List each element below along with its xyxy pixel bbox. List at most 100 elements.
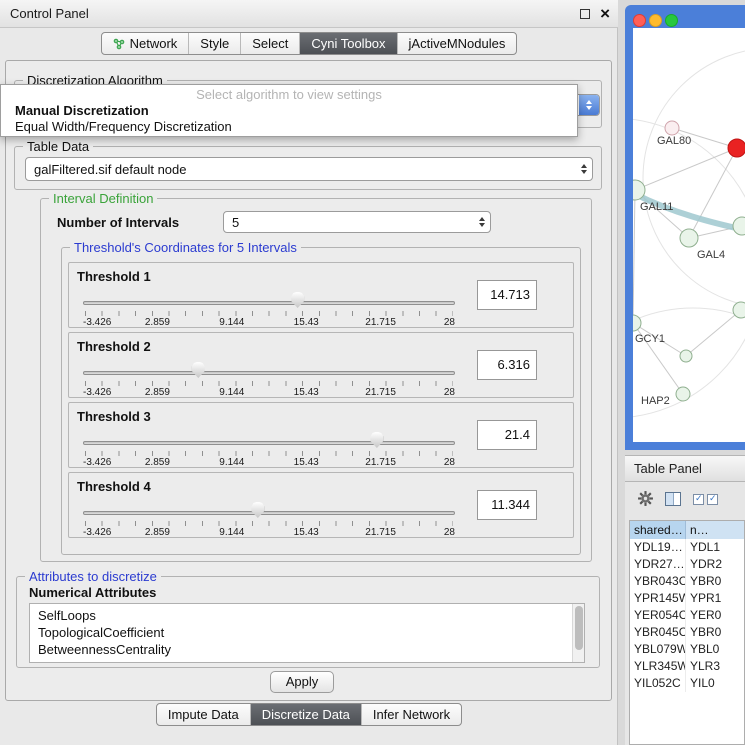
zoom-traffic-light-icon[interactable]	[665, 14, 678, 27]
node-label: GAL80	[657, 135, 691, 147]
panel-title: Control Panel	[10, 0, 89, 28]
table-row[interactable]: YIL052CYIL0	[630, 675, 744, 692]
numerical-attributes-list[interactable]: SelfLoopsTopologicalCoefficientBetweenne…	[29, 603, 585, 663]
node-label: HAP2	[641, 395, 670, 407]
scale-label: 2.859	[145, 387, 170, 398]
table-row[interactable]: YBR043CYBR0	[630, 573, 744, 590]
attribute-item[interactable]: SelfLoops	[38, 607, 570, 624]
table-row[interactable]: YDR27…YDR2	[630, 556, 744, 573]
table-row[interactable]: YBL079WYBL0	[630, 641, 744, 658]
checkbox-icon[interactable]	[707, 494, 718, 505]
slider-scale: -3.4262.8599.14415.4321.71528	[83, 457, 455, 469]
tab-cyni-toolbox[interactable]: Cyni Toolbox	[299, 33, 396, 54]
apply-button[interactable]: Apply	[270, 671, 334, 693]
network-node[interactable]	[680, 229, 698, 247]
dropdown-prompt: Select algorithm to view settings	[1, 87, 577, 103]
scale-label: -3.426	[83, 317, 111, 328]
checkbox-icon[interactable]	[693, 494, 704, 505]
slider-track[interactable]	[83, 371, 455, 375]
network-node[interactable]	[665, 121, 679, 135]
scale-label: 28	[444, 527, 455, 538]
slider-track[interactable]	[83, 301, 455, 305]
attributes-group: Attributes to discretize Numerical Attri…	[16, 576, 600, 668]
network-canvas[interactable]: GAL80 GAL11 GAL4 GCY1 HAP2	[633, 28, 745, 442]
table-row[interactable]: YLR345WYLR3	[630, 658, 744, 675]
table-row[interactable]: YPR145WYPR1	[630, 590, 744, 607]
scale-label: -3.426	[83, 457, 111, 468]
tab-label: Impute Data	[168, 707, 239, 722]
network-node[interactable]	[733, 302, 745, 318]
network-node[interactable]	[680, 350, 692, 362]
tab-label: jActiveMNodules	[409, 36, 506, 51]
threshold-slider[interactable]: -3.4262.8599.14415.4321.71528	[83, 499, 455, 539]
gear-icon[interactable]	[637, 490, 654, 507]
tab-infer-network[interactable]: Infer Network	[361, 704, 461, 725]
cell-shared-name: YIL052C	[630, 675, 686, 692]
scale-label: 21.715	[365, 387, 396, 398]
cell-name: YPR1	[686, 590, 744, 607]
cell-name: YLR3	[686, 658, 744, 675]
group-label: Table Data	[23, 139, 93, 154]
slider-thumb[interactable]	[370, 432, 383, 448]
table-header-row: shared… n…	[630, 521, 744, 539]
scale-label: 28	[444, 317, 455, 328]
column-header-shared-name[interactable]: shared…	[630, 521, 686, 539]
float-window-icon[interactable]	[580, 9, 590, 19]
attribute-item[interactable]: BetweennessCentrality	[38, 641, 570, 658]
num-intervals-select[interactable]: 5	[223, 211, 491, 233]
menu-item-equal-width-frequency-discretization[interactable]: Equal Width/Frequency Discretization	[15, 119, 232, 135]
threshold-slider[interactable]: -3.4262.8599.14415.4321.71528	[83, 429, 455, 469]
slider-thumb[interactable]	[192, 362, 205, 378]
threshold-slider[interactable]: -3.4262.8599.14415.4321.71528	[83, 359, 455, 399]
table-data-group: Table Data galFiltered.sif default node	[14, 146, 602, 190]
tab-style[interactable]: Style	[188, 33, 240, 54]
group-label: Interval Definition	[49, 191, 157, 206]
columns-icon[interactable]	[665, 492, 681, 506]
scrollbar[interactable]	[572, 604, 584, 662]
scrollbar-thumb[interactable]	[575, 606, 583, 650]
threshold-slider[interactable]: -3.4262.8599.14415.4321.71528	[83, 289, 455, 329]
table-row[interactable]: YBR045CYBR0	[630, 624, 744, 641]
threshold-label: Threshold 4	[77, 479, 151, 494]
scale-label: 15.43	[294, 457, 319, 468]
menu-item-manual-discretization[interactable]: Manual Discretization	[15, 103, 149, 119]
tab-impute-data[interactable]: Impute Data	[157, 704, 250, 725]
threshold-label: Threshold 3	[77, 409, 151, 424]
attribute-item[interactable]: TopologicalCoefficient	[38, 624, 570, 641]
slider-thumb[interactable]	[291, 292, 304, 308]
tab-select[interactable]: Select	[240, 33, 299, 54]
tab-jactivemnodules[interactable]: jActiveMNodules	[397, 33, 517, 54]
slider-track[interactable]	[83, 511, 455, 515]
table-row[interactable]: YDL19…YDL1	[630, 539, 744, 556]
scale-label: 9.144	[219, 317, 244, 328]
threshold-value-field[interactable]: 6.316	[477, 350, 537, 380]
network-node[interactable]	[733, 217, 745, 235]
cell-name: YBR0	[686, 573, 744, 590]
num-intervals-label: Number of Intervals	[57, 215, 179, 230]
threshold-value-field[interactable]: 14.713	[477, 280, 537, 310]
tab-label: Infer Network	[373, 707, 450, 722]
scale-label: -3.426	[83, 387, 111, 398]
threshold-2-box: Threshold 2 -3.4262.8599.14415.4321.7152…	[68, 332, 574, 398]
threshold-value-field[interactable]: 11.344	[477, 490, 537, 520]
column-header-name[interactable]: n…	[686, 521, 744, 539]
minimize-traffic-light-icon[interactable]	[649, 14, 662, 27]
slider-thumb[interactable]	[251, 502, 264, 518]
cell-name: YBL0	[686, 641, 744, 658]
table-row[interactable]: YER054CYER0	[630, 607, 744, 624]
scale-label: 21.715	[365, 527, 396, 538]
close-traffic-light-icon[interactable]	[633, 14, 646, 27]
tab-network[interactable]: Network	[102, 33, 189, 54]
slider-track[interactable]	[83, 441, 455, 445]
cell-shared-name: YBR043C	[630, 573, 686, 590]
table-data-select[interactable]: galFiltered.sif default node	[25, 157, 593, 181]
dropdown-stepper-icon	[579, 95, 599, 115]
tab-discretize-data[interactable]: Discretize Data	[250, 704, 361, 725]
scale-label: 28	[444, 457, 455, 468]
selected-network-node[interactable]	[728, 139, 745, 157]
spinner-stepper-icon	[474, 217, 490, 227]
threshold-value-field[interactable]: 21.4	[477, 420, 537, 450]
cell-shared-name: YER054C	[630, 607, 686, 624]
network-node[interactable]	[676, 387, 690, 401]
close-icon[interactable]: ×	[600, 0, 610, 28]
